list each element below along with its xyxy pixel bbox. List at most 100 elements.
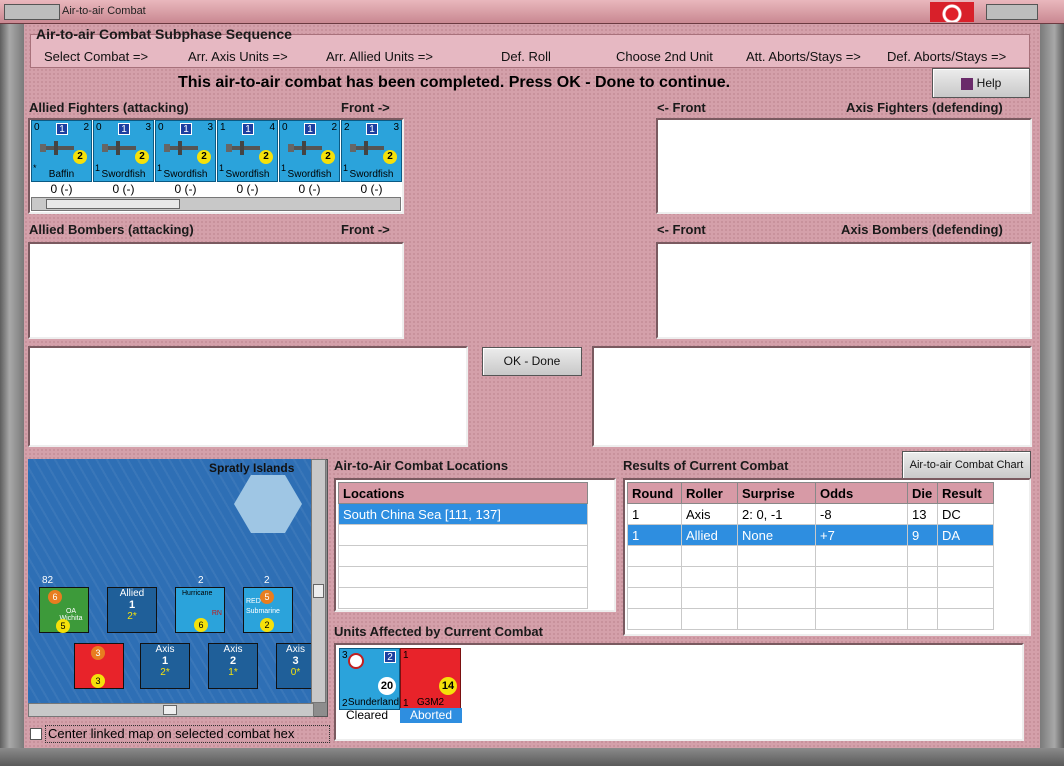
- unit-tr: 2: [331, 122, 337, 133]
- map-counter-oa-wichita[interactable]: 6 OA Wichita 5: [39, 587, 89, 633]
- map-counter-axis-air[interactable]: 3 3: [74, 643, 124, 689]
- map-axis2-side: Axis: [223, 644, 243, 655]
- col-odds[interactable]: Odds: [815, 482, 908, 504]
- unit-tl: 0: [158, 122, 164, 133]
- rising-sun-flag-icon: [930, 2, 974, 22]
- unit-circle: 2: [259, 150, 273, 164]
- map-red-label: RED: [246, 598, 261, 605]
- unit-circle: 2: [321, 150, 335, 164]
- unit-circle: 20: [378, 677, 396, 695]
- map-allied-stack[interactable]: Allied 1 2*: [107, 587, 157, 633]
- seq-step-1: Select Combat =>: [44, 49, 149, 64]
- map-axis1-num: 1: [161, 655, 169, 667]
- locations-column-header[interactable]: Locations: [338, 482, 588, 504]
- fighter-counter[interactable]: 0 1 3 2 1 Swordfish: [155, 120, 216, 182]
- affected-unit-g3m2[interactable]: 1 14 1 G3M2: [400, 648, 461, 710]
- allied-fighters-label: Allied Fighters (attacking): [29, 100, 189, 115]
- unit-tr: 3: [207, 122, 213, 133]
- cell: None: [737, 524, 816, 546]
- cell: -8: [815, 503, 908, 525]
- window-titlebar: Air-to-air Combat: [0, 0, 1064, 24]
- unit-circle: 2: [197, 150, 211, 164]
- unit-name: G3M2: [416, 697, 445, 708]
- cell: Allied: [681, 524, 738, 546]
- map-hex-islands: [234, 475, 302, 533]
- book-icon: [960, 77, 973, 90]
- locations-title: Air-to-Air Combat Locations: [334, 458, 509, 473]
- map-allied-num: 1: [128, 599, 136, 611]
- cell: +7: [815, 524, 908, 546]
- map-stack-c-count: 2: [264, 575, 270, 586]
- map-hscrollbar[interactable]: [28, 703, 314, 717]
- col-result[interactable]: Result: [937, 482, 994, 504]
- locations-table: Locations South China Sea [111, 137]: [338, 482, 588, 609]
- cell: Axis: [681, 503, 738, 525]
- map-allied-sub: 2*: [127, 611, 137, 622]
- map-hscroll-thumb[interactable]: [163, 705, 177, 715]
- map-axis-stack-3[interactable]: Axis 3 0*: [276, 643, 314, 689]
- frame-left: [0, 24, 24, 766]
- frame-right: [1040, 24, 1064, 766]
- unit-name: Sunderland: [347, 697, 400, 708]
- map-counter-hurricane[interactable]: Hurricane RN 6: [175, 587, 225, 633]
- unit-circle: 14: [439, 677, 457, 695]
- map-stack-b-count: 2: [198, 575, 204, 586]
- raf-roundel-icon: [348, 653, 364, 669]
- fighter-counter[interactable]: 0 1 2 2 1 Swordfish: [279, 120, 340, 182]
- col-die[interactable]: Die: [907, 482, 938, 504]
- unit-box: 1: [118, 123, 130, 135]
- frame-bottom: [0, 748, 1064, 766]
- unit-name: Baffin: [48, 169, 75, 180]
- affected-unit-sunderland[interactable]: 3 2 20 2 Sunderland: [339, 648, 400, 710]
- window-menu-icon[interactable]: [4, 4, 60, 20]
- axis-info-panel: [592, 346, 1032, 447]
- map-counter-submarine[interactable]: 5 RED Submarine 2: [243, 587, 293, 633]
- fighter-value: 0 (-): [174, 182, 197, 196]
- map-axis-stack-2[interactable]: Axis 2 1*: [208, 643, 258, 689]
- help-button[interactable]: Help: [932, 68, 1030, 98]
- status-cleared: Cleared: [346, 708, 389, 722]
- unit-name: Swordfish: [101, 169, 146, 180]
- unit-name: Swordfish: [163, 169, 208, 180]
- result-row[interactable]: 1 Axis 2: 0, -1 -8 13 DC: [627, 503, 994, 525]
- col-surprise[interactable]: Surprise: [737, 482, 816, 504]
- window-title: Air-to-air Combat: [62, 5, 146, 17]
- fighters-scroll-thumb[interactable]: [46, 199, 180, 209]
- ok-done-button[interactable]: OK - Done: [482, 347, 582, 376]
- location-row[interactable]: South China Sea [111, 137]: [338, 503, 588, 525]
- cell: 13: [907, 503, 938, 525]
- combat-chart-button[interactable]: Air-to-air Combat Chart: [902, 451, 1031, 480]
- unit-box: 1: [366, 123, 378, 135]
- linked-map[interactable]: Spratly Islands 82 6 OA Wichita 5 Allied…: [28, 459, 314, 703]
- fighter-counter[interactable]: 1 1 4 2 1 Swordfish: [217, 120, 278, 182]
- map-stack-a-count: 82: [42, 575, 54, 586]
- col-round[interactable]: Round: [627, 482, 682, 504]
- fighters-scrollbar[interactable]: [31, 197, 401, 211]
- center-map-label[interactable]: Center linked map on selected combat hex: [45, 725, 330, 743]
- window-controls-icon[interactable]: [986, 4, 1038, 20]
- allied-info-panel: [28, 346, 468, 447]
- fighter-counter[interactable]: 2 1 3 2 1 Swordfish: [341, 120, 402, 182]
- unit-circle: 2: [135, 150, 149, 164]
- map-hurricane-label: Hurricane: [182, 590, 213, 597]
- map-vscroll-thumb[interactable]: [313, 584, 324, 598]
- map-axis2-num: 2: [229, 655, 237, 667]
- center-map-checkbox[interactable]: [30, 728, 42, 740]
- map-island-label: Spratly Islands: [209, 461, 295, 475]
- fighter-value: 0 (-): [236, 182, 259, 196]
- axis-fighters-front: <- Front: [657, 100, 706, 115]
- results-table: Round Roller Surprise Odds Die Result 1A…: [627, 482, 994, 630]
- unit-name: Swordfish: [349, 169, 394, 180]
- status-message: This air-to-air combat has been complete…: [178, 74, 731, 91]
- map-ran-label: RN: [211, 610, 222, 617]
- result-row[interactable]: 1 Allied None +7 9 DA: [627, 524, 994, 546]
- fighter-counter[interactable]: 0 1 3 2 1 Swordfish: [93, 120, 154, 182]
- col-roller[interactable]: Roller: [681, 482, 738, 504]
- map-vscrollbar[interactable]: [311, 459, 326, 703]
- map-axis-stack-1[interactable]: Axis 1 2*: [140, 643, 190, 689]
- fighter-counter[interactable]: 0 1 2 2 * Baffin: [31, 120, 92, 182]
- seq-step-4: Def. Roll: [501, 49, 551, 64]
- unit-tr: 3: [393, 122, 399, 133]
- seq-step-2: Arr. Axis Units =>: [188, 49, 288, 64]
- seq-step-5: Choose 2nd Unit: [616, 49, 713, 64]
